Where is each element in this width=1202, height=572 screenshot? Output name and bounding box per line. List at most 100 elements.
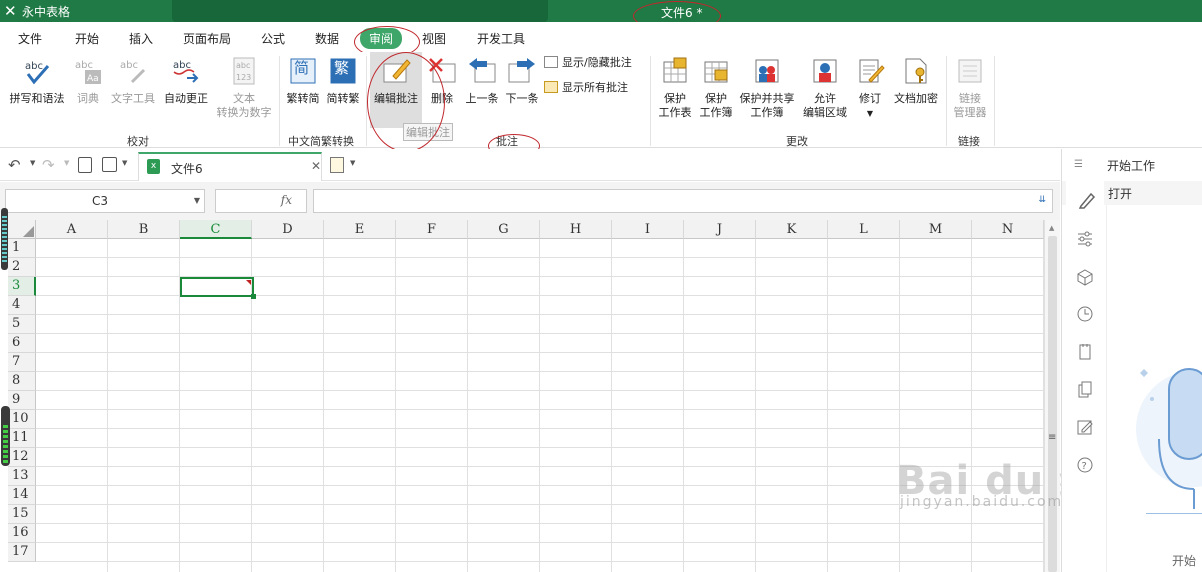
new-document-icon[interactable] [330,157,344,173]
panel-pen-tab[interactable] [1066,181,1104,219]
panel-bottom-text: 开始 [1172,554,1197,568]
vertical-scrollbar[interactable]: ▲ ≡ [1044,220,1060,572]
column-header-f[interactable]: F [396,220,468,239]
column-header-l[interactable]: L [828,220,900,239]
column-header-j[interactable]: J [684,220,756,239]
save-icon[interactable] [102,157,117,172]
tab-home[interactable]: 开始 [75,30,99,47]
column-header-i[interactable]: I [612,220,684,239]
dictionary-button[interactable]: abc Aa 词典 [70,56,106,106]
tab-formulas[interactable]: 公式 [261,30,285,47]
tab-insert[interactable]: 插入 [129,30,153,47]
edit-icon[interactable] [1076,418,1094,436]
row-header-8[interactable]: 8 [8,372,36,391]
chevron-down-icon[interactable]: ▼ [64,159,69,167]
chevron-down-icon[interactable]: ▼ [30,159,35,167]
formula-bar: C3 ▼ fx ⇊ [0,182,1060,220]
autocorrect-button[interactable]: abc 自动更正 [161,56,211,106]
cube-icon[interactable] [1076,268,1094,286]
convert-to-number-button[interactable]: abc 123 文本 转换为数字 [212,56,276,120]
scrollbar-thumb[interactable] [1048,236,1057,572]
scroll-up-icon[interactable]: ▲ [1049,224,1054,232]
next-comment-label: 下一条 [505,92,539,105]
tab-developer[interactable]: 开发工具 [477,30,525,47]
row-header-15[interactable]: 15 [8,505,36,524]
expand-chevron-icon[interactable]: ⇊ [1038,195,1046,205]
track-changes-button[interactable]: 修订 ▼ [854,56,886,121]
sliders-icon[interactable] [1076,230,1094,248]
row-header-10[interactable]: 10 [8,410,36,429]
app-name: 永中表格 [22,5,71,19]
clipboard-icon[interactable] [1076,342,1094,360]
show-all-comments-button[interactable]: 显示所有批注 [544,81,644,95]
tab-file[interactable]: 文件 [18,30,42,47]
column-header-n[interactable]: N [972,220,1044,239]
previous-comment-button[interactable]: 上一条 [462,56,502,106]
column-header-a[interactable]: A [36,220,108,239]
clock-icon[interactable] [1076,305,1094,323]
chevron-down-icon[interactable]: ▼ [350,159,355,167]
panel-menu-icon[interactable]: ☰ [1074,159,1083,170]
redo-icon[interactable]: ↷ [42,156,55,174]
text-tools-button[interactable]: abc 文字工具 [108,56,158,106]
copy-icon[interactable] [1076,380,1094,398]
protect-sheet-button[interactable]: 保护 工作表 [654,56,696,120]
show-hide-comment-label: 显示/隐藏批注 [562,56,632,69]
next-comment-button[interactable]: 下一条 [502,56,542,106]
row-header-6[interactable]: 6 [8,334,36,353]
help-icon[interactable]: ? [1076,456,1094,474]
autocorrect-label: 自动更正 [164,92,208,105]
row-header-4[interactable]: 4 [8,296,36,315]
row-header-7[interactable]: 7 [8,353,36,372]
column-header-m[interactable]: M [900,220,972,239]
row-header-12[interactable]: 12 [8,448,36,467]
column-header-g[interactable]: G [468,220,540,239]
protect-workbook-button[interactable]: 保护 工作簿 [696,56,736,120]
column-header-d[interactable]: D [252,220,324,239]
simp-to-trad-button[interactable]: 繁 简转繁 [324,56,362,106]
tab-page-layout[interactable]: 页面布局 [183,30,231,47]
formula-input[interactable]: ⇊ [313,189,1053,213]
row-header-14[interactable]: 14 [8,486,36,505]
column-header-h[interactable]: H [540,220,612,239]
row-header-13[interactable]: 13 [8,467,36,486]
column-header-e[interactable]: E [324,220,396,239]
tab-data[interactable]: 数据 [315,30,339,47]
fill-handle[interactable] [251,294,256,299]
link-manager-button[interactable]: 链接 管理器 [950,56,990,120]
chevron-down-icon[interactable]: ▼ [122,159,127,167]
encrypt-document-button[interactable]: 文档加密 [890,56,942,106]
spell-check-button[interactable]: abc 拼写和语法 [6,56,68,106]
row-header-11[interactable]: 11 [8,429,36,448]
function-button[interactable]: fx [215,189,307,213]
microphone-illustration [1136,368,1202,509]
active-cell-c3[interactable] [180,277,256,299]
row-header-1[interactable]: 1 [8,239,36,258]
spreadsheet-grid[interactable]: ABCDEFGHIJKLMN 1 2 3 4 5 6 7 8 9 10 11 12 13 14 15 16 17… [0,208,1140,572]
undo-icon[interactable]: ↶ [8,156,21,174]
row-header-2[interactable]: 2 [8,258,36,277]
chevron-down-icon[interactable]: ▼ [194,196,200,205]
trad-to-simp-button[interactable]: 简 繁转简 [284,56,322,106]
row-header-17[interactable]: 17 [8,543,36,562]
column-header-b[interactable]: B [108,220,180,239]
tab-view[interactable]: 视图 [422,30,446,47]
arrow-left-icon [467,56,497,86]
protect-share-button[interactable]: 保护并共享 工作簿 [736,56,798,120]
convert-to-number-icon: abc 123 [229,56,259,86]
row-header-9[interactable]: 9 [8,391,36,410]
select-all-corner[interactable] [8,220,36,239]
row-header-3[interactable]: 3 [8,277,36,296]
row-header-16[interactable]: 16 [8,524,36,543]
column-header-c[interactable]: C [180,220,252,239]
column-header-k[interactable]: K [756,220,828,239]
allow-edit-ranges-button[interactable]: 允许 编辑区域 [798,56,852,120]
group-label-chinese: 中文简繁转换 [288,135,354,148]
print-preview-icon[interactable] [78,157,92,173]
row-header-5[interactable]: 5 [8,315,36,334]
chevron-down-icon[interactable]: ▼ [867,109,873,118]
name-box[interactable]: C3 ▼ [5,189,205,213]
show-hide-comment-button[interactable]: 显示/隐藏批注 [544,56,644,70]
close-icon[interactable]: ✕ [311,159,321,173]
document-tab[interactable]: x 文件6 ✕ [138,152,322,181]
